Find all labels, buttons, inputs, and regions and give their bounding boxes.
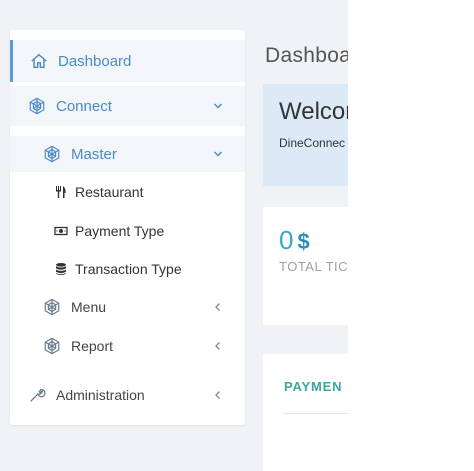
payment-card: PAYMEN	[263, 354, 348, 471]
hexagon-icon	[43, 145, 61, 163]
blank-area	[348, 0, 474, 471]
sidebar-item-master[interactable]: Master	[10, 136, 245, 172]
sidebar-item-payment-type[interactable]: Payment Type	[10, 213, 245, 249]
sidebar-item-menu[interactable]: Menu	[10, 289, 245, 325]
payment-card-title: PAYMEN	[284, 379, 343, 394]
app-area: Dashboard Connect Master Restaurant Paym…	[0, 0, 348, 471]
wrench-icon	[28, 386, 46, 404]
welcome-subtitle: DineConnec	[279, 136, 346, 150]
home-icon	[30, 52, 48, 70]
sidebar-item-transaction-type[interactable]: Transaction Type	[10, 251, 245, 287]
sidebar: Dashboard Connect Master Restaurant Paym…	[10, 30, 245, 425]
chevron-left-icon[interactable]	[213, 341, 223, 351]
database-icon	[54, 262, 68, 276]
sidebar-item-label: Restaurant	[75, 184, 144, 200]
chevron-down-icon[interactable]	[213, 149, 223, 159]
sidebar-item-label: Payment Type	[75, 223, 165, 239]
stat-label: TOTAL TIC	[279, 259, 348, 274]
stat-unit: $	[297, 229, 310, 254]
sidebar-item-restaurant[interactable]: Restaurant	[10, 174, 245, 210]
welcome-title: Welcom	[279, 98, 348, 125]
divider	[283, 413, 348, 414]
total-tickets-card: 0 $ TOTAL TIC	[263, 207, 348, 325]
stat-value: 0	[279, 225, 294, 255]
sidebar-item-label: Master	[71, 145, 117, 163]
sidebar-item-label: Transaction Type	[75, 261, 182, 277]
sidebar-item-label: Connect	[56, 97, 112, 115]
sidebar-item-administration[interactable]: Administration	[10, 375, 245, 415]
sidebar-item-dashboard[interactable]: Dashboard	[10, 40, 245, 82]
hexagon-icon	[28, 97, 46, 115]
page-title: Dashboa	[265, 44, 348, 67]
welcome-card: Welcom DineConnec	[263, 84, 348, 186]
cutlery-icon	[54, 185, 68, 199]
sidebar-item-label: Administration	[56, 387, 145, 403]
chevron-left-icon[interactable]	[213, 302, 223, 312]
sidebar-item-connect[interactable]: Connect	[10, 86, 245, 126]
stat-value-row: 0 $	[279, 225, 310, 256]
money-icon	[54, 224, 68, 238]
sidebar-item-label: Dashboard	[58, 52, 132, 70]
sidebar-item-label: Report	[71, 338, 114, 354]
hexagon-icon	[43, 298, 61, 316]
chevron-down-icon[interactable]	[213, 101, 223, 111]
chevron-left-icon[interactable]	[213, 390, 223, 400]
sidebar-item-report[interactable]: Report	[10, 328, 245, 364]
sidebar-item-label: Menu	[71, 299, 107, 315]
hexagon-icon	[43, 337, 61, 355]
